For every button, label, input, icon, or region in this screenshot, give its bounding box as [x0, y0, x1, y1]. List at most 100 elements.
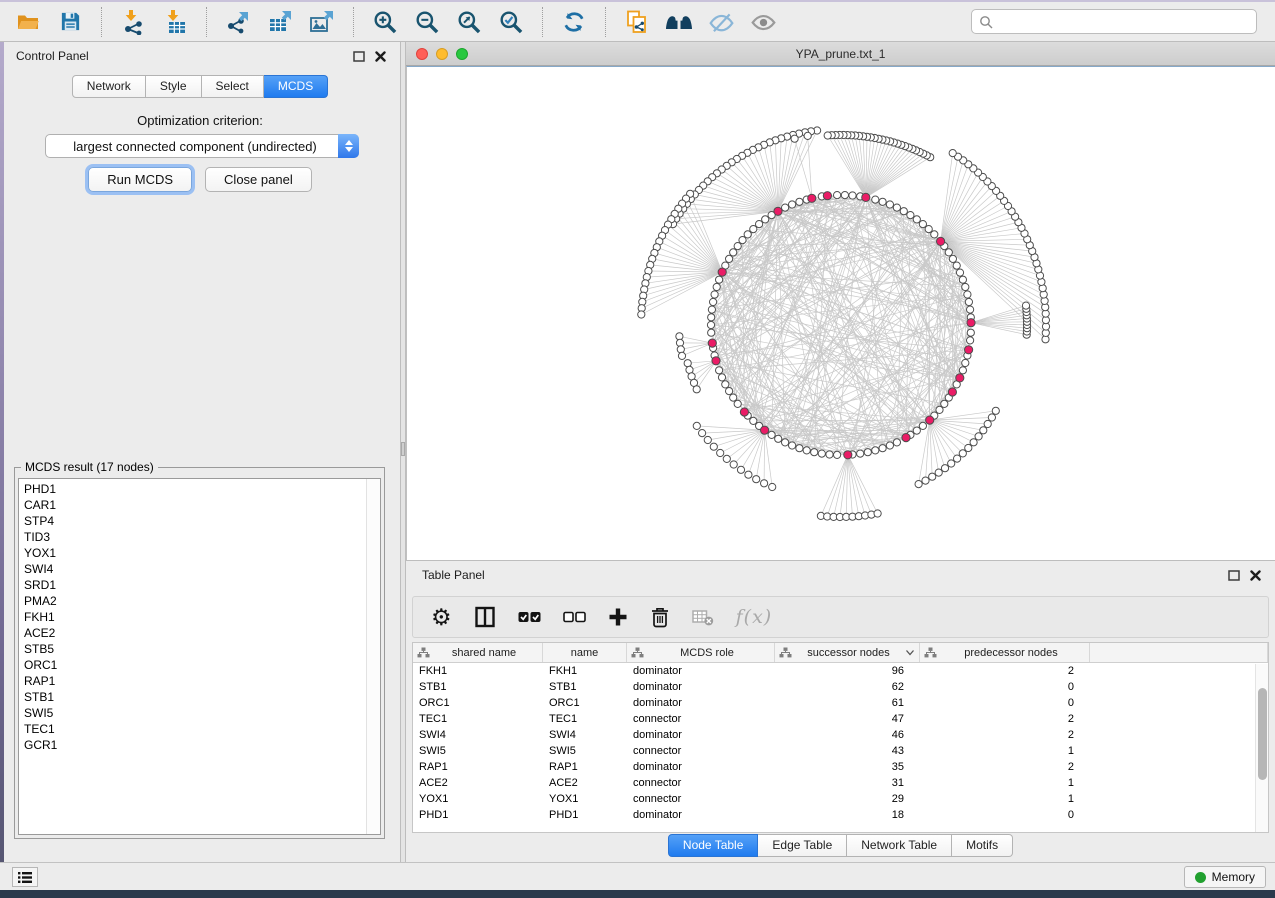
tab-select[interactable]: Select — [202, 75, 264, 98]
graph-node[interactable] — [734, 243, 741, 250]
graph-node[interactable] — [789, 442, 796, 449]
graph-node[interactable] — [886, 442, 893, 449]
graph-node[interactable] — [769, 483, 776, 490]
zoom-out-button[interactable] — [409, 5, 445, 39]
zoom-window-icon[interactable] — [456, 48, 468, 60]
graph-node[interactable] — [811, 449, 818, 456]
graph-node[interactable] — [949, 150, 956, 157]
graph-mcds-node[interactable] — [965, 346, 973, 354]
graph-node[interactable] — [949, 255, 956, 262]
graph-node[interactable] — [775, 435, 782, 442]
graph-node[interactable] — [872, 447, 879, 454]
graph-node[interactable] — [857, 450, 864, 457]
column-header-MCDS-role[interactable]: MCDS role — [627, 643, 775, 662]
graph-node[interactable] — [791, 135, 798, 142]
graph-mcds-node[interactable] — [862, 193, 870, 201]
graph-mcds-node[interactable] — [902, 434, 910, 442]
graph-node[interactable] — [737, 466, 744, 473]
graph-node[interactable] — [730, 249, 737, 256]
search-input[interactable] — [998, 15, 1249, 29]
graph-node[interactable] — [988, 414, 995, 421]
column-header-name[interactable]: name — [543, 643, 627, 662]
graph-node[interactable] — [826, 451, 833, 458]
apply-layout-button[interactable] — [556, 5, 592, 39]
graph-node[interactable] — [782, 439, 789, 446]
graph-mcds-node[interactable] — [808, 194, 816, 202]
mcds-result-item[interactable]: SWI5 — [19, 705, 366, 721]
select-all-button[interactable] — [518, 602, 541, 632]
export-image-button[interactable] — [304, 5, 340, 39]
graph-node[interactable] — [945, 249, 952, 256]
column-header-shared-name[interactable]: shared name — [413, 643, 543, 662]
table-settings-button[interactable]: ⚙ — [431, 602, 452, 632]
close-panel-icon[interactable] — [1250, 570, 1261, 581]
column-header-predecessor-nodes[interactable]: predecessor nodes — [920, 643, 1090, 662]
show-column-button[interactable] — [474, 602, 496, 632]
mcds-result-item[interactable]: STB5 — [19, 641, 366, 657]
graph-node[interactable] — [948, 460, 955, 467]
graph-node[interactable] — [929, 473, 936, 480]
graph-node[interactable] — [707, 321, 714, 328]
table-row[interactable]: RAP1RAP1dominator352 — [413, 759, 1268, 775]
graph-node[interactable] — [678, 352, 685, 359]
export-table-button[interactable] — [262, 5, 298, 39]
graph-node[interactable] — [959, 367, 966, 374]
graph-node[interactable] — [710, 443, 717, 450]
graph-node[interactable] — [953, 262, 960, 269]
delete-table-button[interactable] — [692, 602, 714, 632]
graph-node[interactable] — [893, 204, 900, 211]
table-row[interactable]: PHD1PHD1dominator180 — [413, 807, 1268, 823]
table-row[interactable]: FKH1FKH1dominator962 — [413, 663, 1268, 679]
mcds-result-item[interactable]: TID3 — [19, 529, 366, 545]
graph-node[interactable] — [967, 306, 974, 313]
graph-node[interactable] — [834, 451, 841, 458]
graph-node[interactable] — [796, 198, 803, 205]
network-canvas[interactable] — [406, 66, 1275, 560]
graph-node[interactable] — [893, 439, 900, 446]
graph-node[interactable] — [718, 374, 725, 381]
mcds-result-item[interactable]: RAP1 — [19, 673, 366, 689]
mcds-result-item[interactable]: CAR1 — [19, 497, 366, 513]
graph-node[interactable] — [834, 192, 841, 199]
graph-node[interactable] — [959, 276, 966, 283]
graph-node[interactable] — [965, 298, 972, 305]
graph-mcds-node[interactable] — [712, 357, 720, 365]
graph-node[interactable] — [768, 431, 775, 438]
memory-button[interactable]: Memory — [1184, 866, 1266, 888]
close-panel-button[interactable]: Close panel — [205, 167, 312, 192]
show-all-button[interactable] — [745, 5, 781, 39]
graph-node[interactable] — [913, 216, 920, 223]
tab-node-table[interactable]: Node Table — [668, 834, 759, 857]
graph-node[interactable] — [970, 439, 977, 446]
float-panel-icon[interactable] — [353, 51, 365, 62]
mcds-result-item[interactable]: PHD1 — [19, 481, 366, 497]
tab-edge-table[interactable]: Edge Table — [758, 834, 847, 857]
graph-node[interactable] — [818, 450, 825, 457]
save-session-button[interactable] — [52, 5, 88, 39]
graph-node[interactable] — [919, 221, 926, 228]
graph-node[interactable] — [967, 337, 974, 344]
graph-node[interactable] — [693, 422, 700, 429]
graph-node[interactable] — [872, 196, 879, 203]
graph-node[interactable] — [900, 208, 907, 215]
minimize-window-icon[interactable] — [436, 48, 448, 60]
column-header-successor-nodes[interactable]: successor nodes — [775, 643, 920, 662]
graph-node[interactable] — [684, 360, 691, 367]
graph-node[interactable] — [730, 461, 737, 468]
table-row[interactable]: ORC1ORC1dominator610 — [413, 695, 1268, 711]
graph-node[interactable] — [915, 481, 922, 488]
graph-node[interactable] — [936, 406, 943, 413]
graph-node[interactable] — [708, 314, 715, 321]
graph-node[interactable] — [941, 465, 948, 472]
graph-node[interactable] — [717, 449, 724, 456]
graph-mcds-node[interactable] — [740, 408, 748, 416]
graph-node[interactable] — [713, 283, 720, 290]
graph-node[interactable] — [967, 329, 974, 336]
zoom-fit-button[interactable] — [451, 5, 487, 39]
table-scrollbar[interactable] — [1255, 664, 1268, 832]
graph-node[interactable] — [1022, 302, 1029, 309]
graph-node[interactable] — [841, 192, 848, 199]
graph-mcds-node[interactable] — [718, 268, 726, 276]
graph-mcds-node[interactable] — [708, 339, 716, 347]
graph-node[interactable] — [879, 198, 886, 205]
